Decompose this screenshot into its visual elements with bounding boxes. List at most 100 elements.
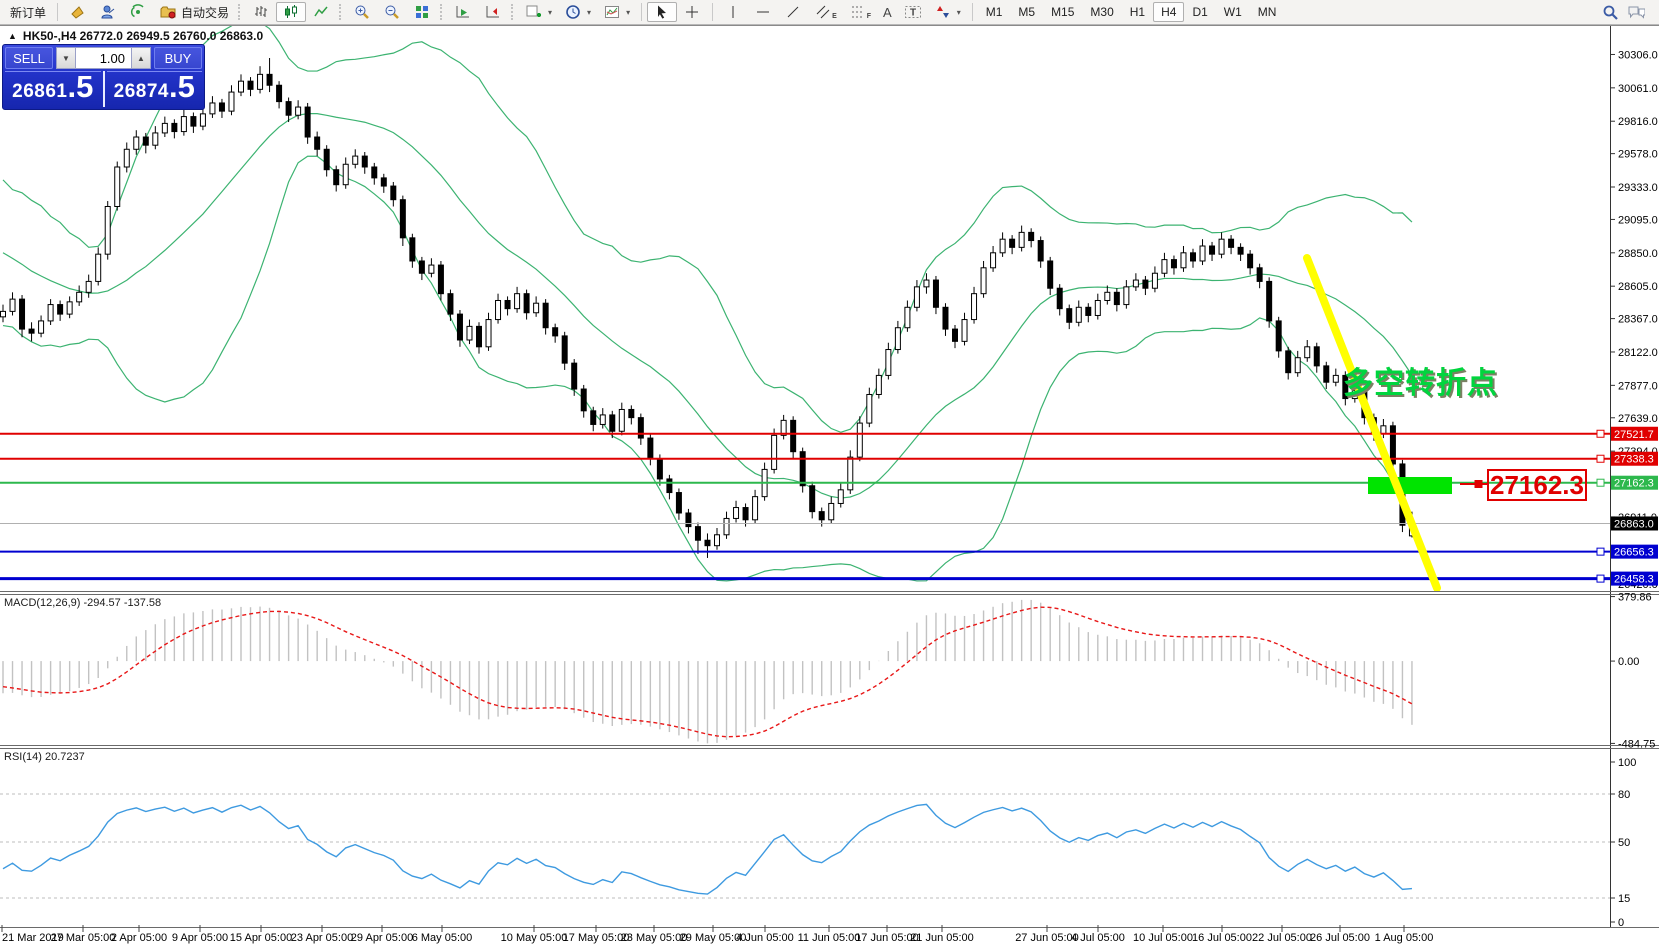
folder-alert-icon [159, 3, 177, 21]
svg-text:6 May 05:00: 6 May 05:00 [412, 932, 473, 944]
tf-d1[interactable]: D1 [1184, 2, 1215, 22]
svg-text:4 Jul 05:00: 4 Jul 05:00 [1071, 932, 1125, 944]
tf-w1[interactable]: W1 [1216, 2, 1250, 22]
sell-price: 26861 [12, 81, 67, 103]
volume-increase-button[interactable]: ▲ [131, 47, 151, 69]
new-order-button[interactable]: 新订单 [4, 2, 52, 22]
buy-button[interactable]: BUY [154, 47, 202, 69]
price-callout-box[interactable]: 27162.3 [1487, 469, 1587, 501]
svg-text:15 Apr 05:00: 15 Apr 05:00 [230, 932, 292, 944]
tf-m30[interactable]: M30 [1082, 2, 1121, 22]
tf-m15[interactable]: M15 [1043, 2, 1082, 22]
svg-text:22 Jul 05:00: 22 Jul 05:00 [1252, 932, 1312, 944]
svg-text:2 Apr 05:00: 2 Apr 05:00 [111, 932, 167, 944]
buy-price-button[interactable]: 26874 .5 [107, 71, 203, 107]
text-icon: A [883, 5, 892, 20]
sell-price-frac: .5 [67, 74, 93, 100]
svg-text:100: 100 [1618, 757, 1636, 769]
svg-text:23 May 05:00: 23 May 05:00 [621, 932, 688, 944]
svg-text:30061.0: 30061.0 [1618, 83, 1658, 95]
line-chart-icon[interactable] [306, 2, 336, 22]
volume-decrease-button[interactable]: ▼ [56, 47, 76, 69]
svg-text:21 Jun 05:00: 21 Jun 05:00 [910, 932, 974, 944]
text-tool[interactable]: A [877, 2, 898, 22]
horizontal-line-tool[interactable] [748, 2, 778, 22]
fibonacci-tool[interactable]: F [843, 2, 877, 22]
radar-icon[interactable] [123, 2, 153, 22]
svg-text:29095.0: 29095.0 [1618, 214, 1658, 226]
tile-windows-icon[interactable] [407, 2, 437, 22]
trendline-tool[interactable] [778, 2, 808, 22]
chat-icon[interactable] [1627, 3, 1645, 21]
svg-text:26656.3: 26656.3 [1614, 547, 1654, 559]
svg-text:26458.3: 26458.3 [1614, 574, 1654, 586]
svg-text:50: 50 [1618, 837, 1630, 849]
buy-price-frac: .5 [169, 74, 195, 100]
tf-h1[interactable]: H1 [1122, 2, 1153, 22]
vertical-line-tool[interactable] [718, 2, 748, 22]
auto-scroll-icon[interactable] [448, 2, 478, 22]
arrows-tool[interactable]: ▾ [928, 2, 967, 22]
collapse-arrow-icon[interactable]: ▲ [8, 31, 17, 41]
svg-text:17 May 05:00: 17 May 05:00 [563, 932, 630, 944]
channel-icon [814, 3, 832, 21]
tf-m5[interactable]: M5 [1010, 2, 1043, 22]
svg-text:29578.0: 29578.0 [1618, 149, 1658, 161]
sell-price-button[interactable]: 26861 .5 [5, 71, 101, 107]
svg-text:80: 80 [1618, 789, 1630, 801]
tf-m1[interactable]: M1 [978, 2, 1011, 22]
search-icon[interactable] [1601, 3, 1619, 21]
svg-text:28850.0: 28850.0 [1618, 248, 1658, 260]
autotrading-label: 自动交易 [181, 4, 229, 21]
dropdown-arrow-icon: ▾ [626, 8, 630, 17]
svg-text:4 Jun 05:00: 4 Jun 05:00 [736, 932, 794, 944]
chart-shift-icon[interactable] [478, 2, 508, 22]
equidistant-channel-tool[interactable]: E [808, 2, 843, 22]
svg-text:1 Aug 05:00: 1 Aug 05:00 [1375, 932, 1434, 944]
svg-text:T: T [910, 8, 916, 19]
periods-button[interactable]: ▾ [558, 2, 597, 22]
sell-button[interactable]: SELL [5, 47, 53, 69]
dropdown-arrow-icon: ▾ [957, 8, 961, 17]
svg-text:28122.0: 28122.0 [1618, 347, 1658, 359]
crosshair-tool[interactable] [677, 2, 707, 22]
templates-button[interactable]: ▾ [597, 2, 636, 22]
main-toolbar: 新订单 自动交易 [0, 0, 1659, 25]
svg-text:30306.0: 30306.0 [1618, 49, 1658, 61]
candlestick-chart-icon[interactable] [276, 2, 306, 22]
svg-text:27521.7: 27521.7 [1614, 429, 1654, 441]
svg-text:27 Mar 05:00: 27 Mar 05:00 [51, 932, 116, 944]
indicators-add-button[interactable]: ▾ [519, 2, 558, 22]
trendline-icon [784, 3, 802, 21]
cursor-tool[interactable] [647, 2, 677, 22]
turning-point-annotation[interactable]: 多空转折点 [1343, 358, 1498, 402]
chart-surface[interactable]: 30306.030061.029816.029578.029333.029095… [0, 0, 1659, 950]
svg-text:27877.0: 27877.0 [1618, 380, 1658, 392]
svg-text:11 Jun 05:00: 11 Jun 05:00 [798, 932, 861, 944]
svg-text:29 Apr 05:00: 29 Apr 05:00 [351, 932, 413, 944]
svg-text:27162.3: 27162.3 [1614, 478, 1654, 490]
svg-text:10 Jul 05:00: 10 Jul 05:00 [1133, 932, 1193, 944]
user-chart-icon[interactable] [93, 2, 123, 22]
autotrading-button[interactable]: 自动交易 [153, 2, 235, 22]
dropdown-arrow-icon: ▾ [548, 8, 552, 17]
svg-text:29816.0: 29816.0 [1618, 116, 1658, 128]
svg-text:26 Jul 05:00: 26 Jul 05:00 [1310, 932, 1370, 944]
tf-h4[interactable]: H4 [1153, 2, 1184, 22]
svg-text:28605.0: 28605.0 [1618, 281, 1658, 293]
zoom-in-icon[interactable] [347, 2, 377, 22]
cursor-icon [653, 3, 671, 21]
zoom-out-icon[interactable] [377, 2, 407, 22]
chart-header: ▲ HK50-,H4 26772.0 26949.5 26760.0 26863… [8, 29, 263, 43]
volume-field[interactable]: 1.00 [76, 47, 131, 69]
svg-text:9 Apr 05:00: 9 Apr 05:00 [172, 932, 228, 944]
label-tool[interactable]: T [898, 2, 928, 22]
crosshair-icon [683, 3, 701, 21]
volume-control: ▼ 1.00 ▲ [56, 47, 151, 69]
svg-text:23 Apr 05:00: 23 Apr 05:00 [291, 932, 353, 944]
tf-mn[interactable]: MN [1250, 2, 1285, 22]
svg-text:-484.75: -484.75 [1618, 738, 1655, 750]
svg-text:27 Jun 05:00: 27 Jun 05:00 [1015, 932, 1079, 944]
gold-badge-icon[interactable] [63, 2, 93, 22]
bar-chart-icon[interactable] [246, 2, 276, 22]
